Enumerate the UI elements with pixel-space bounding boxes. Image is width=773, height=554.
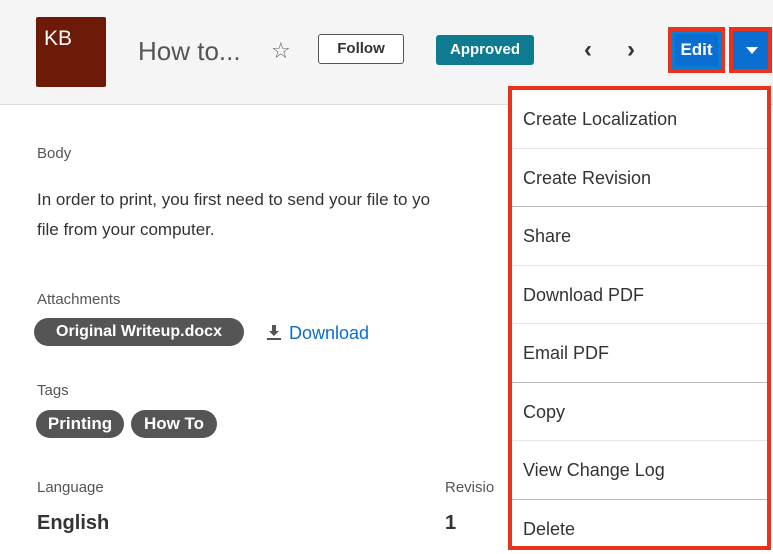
download-link[interactable]: Download [265,322,369,344]
download-icon [267,325,281,340]
edit-button-label: Edit [675,34,718,66]
caret-down-icon [746,47,758,54]
body-label: Body [37,145,72,162]
follow-button[interactable]: Follow [318,34,404,64]
menu-item-download-pdf[interactable]: Download PDF [512,266,767,324]
menu-item-delete[interactable]: Delete [512,500,767,547]
language-value: English [37,512,110,534]
status-badge: Approved [436,35,534,65]
chevron-left-icon[interactable]: ‹ [578,37,598,63]
star-outline-icon[interactable]: ☆ [271,38,291,64]
revision-label: Revisio [445,479,495,496]
body-line: In order to print, you first need to sen… [37,190,431,209]
avatar: KB [36,17,106,87]
chevron-right-icon[interactable]: › [621,37,641,63]
attachments-label: Attachments [37,291,121,308]
actions-dropdown-menu: Create Localization Create Revision Shar… [508,86,771,550]
menu-item-copy[interactable]: Copy [512,383,767,441]
menu-item-share[interactable]: Share [512,207,767,266]
actions-dropdown-toggle[interactable] [729,27,772,73]
edit-button[interactable]: Edit [668,27,725,73]
download-label: Download [289,323,370,343]
language-label: Language [37,479,104,496]
body-text: In order to print, you first need to sen… [37,185,557,245]
tag-pill[interactable]: Printing [36,410,124,438]
tags-label: Tags [37,382,69,399]
revision-value: 1 [445,512,457,534]
menu-item-create-revision[interactable]: Create Revision [512,149,767,207]
avatar-initials: KB [44,27,73,50]
menu-item-create-localization[interactable]: Create Localization [512,90,767,149]
body-line: file from your computer. [37,220,215,239]
attachment-pill[interactable]: Original Writeup.docx [34,318,244,346]
tag-pill[interactable]: How To [131,410,217,438]
menu-item-view-change-log[interactable]: View Change Log [512,441,767,500]
record-title: How to... [138,36,241,66]
menu-item-email-pdf[interactable]: Email PDF [512,324,767,383]
